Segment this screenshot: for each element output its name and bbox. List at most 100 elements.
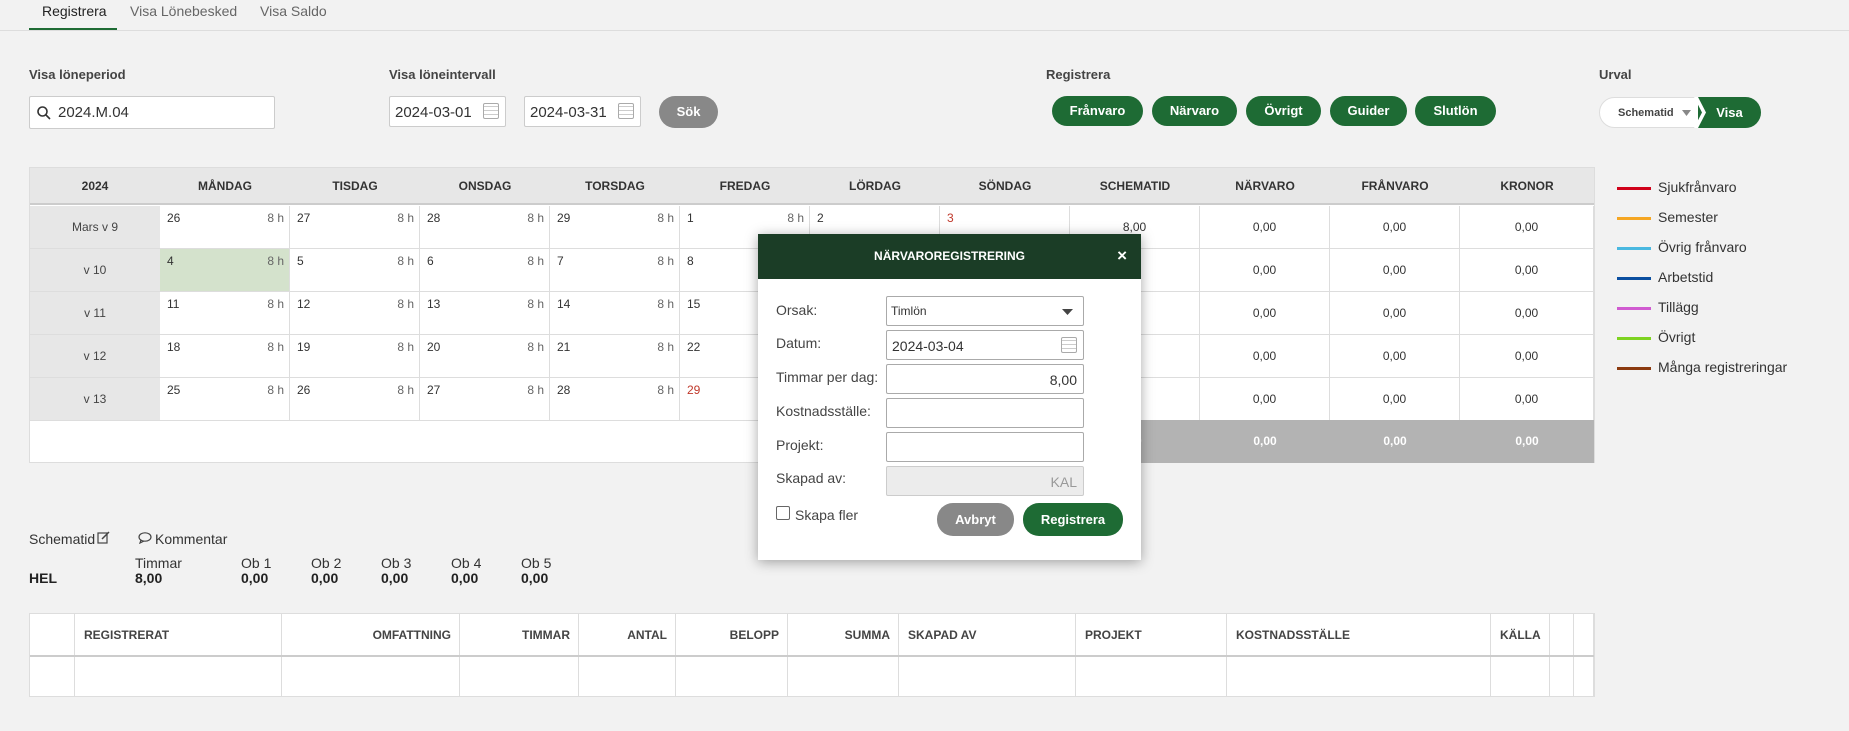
cancel-button[interactable]: Avbryt — [937, 503, 1014, 536]
day-number: 29 — [557, 211, 571, 225]
day-number: 3 — [947, 211, 954, 225]
schedule-col-header: Ob 3 — [381, 555, 412, 571]
table-header-cell[interactable] — [1550, 614, 1574, 657]
tab-registrera[interactable]: Registrera — [42, 3, 107, 19]
skapa-fler-checkbox[interactable] — [776, 506, 790, 520]
day-hours: 8 h — [397, 383, 414, 397]
period-search-field[interactable]: 2024.M.04 — [29, 96, 275, 129]
calendar-icon[interactable] — [618, 103, 634, 119]
datum-field[interactable]: 2024-03-04 — [886, 330, 1084, 360]
calendar-day-cell[interactable]: 4 8 h — [160, 249, 290, 292]
comment-icon[interactable] — [138, 532, 152, 544]
guider-button[interactable]: Guider — [1330, 96, 1407, 126]
visa-button[interactable]: Visa — [1698, 97, 1761, 128]
table-header-cell[interactable]: REGISTRERAT — [75, 614, 282, 657]
calendar-day-cell[interactable]: 27 8 h — [420, 378, 550, 421]
franvaro-button[interactable]: Frånvaro — [1052, 96, 1143, 126]
week-sum-cell: 0,00 — [1460, 206, 1594, 249]
chevron-down-icon — [1062, 309, 1073, 315]
table-header-cell[interactable]: SKAPAD AV — [899, 614, 1076, 657]
table-header-cell[interactable]: OMFATTNING — [282, 614, 460, 657]
calendar-day-cell[interactable]: 5 8 h — [290, 249, 420, 292]
ovrigt-button[interactable]: Övrigt — [1246, 96, 1321, 126]
orsak-select[interactable]: Timlön — [886, 296, 1084, 326]
schematid-link[interactable]: Schematid — [29, 531, 95, 547]
calendar-day-cell[interactable]: 14 8 h — [550, 292, 680, 335]
register-label: Registrera — [1046, 67, 1111, 82]
kommentar-link[interactable]: Kommentar — [155, 531, 227, 547]
calendar-day-cell[interactable]: 28 8 h — [550, 378, 680, 421]
week-sum-cell: 0,00 — [1330, 292, 1460, 335]
calendar-day-cell[interactable]: 12 8 h — [290, 292, 420, 335]
schedule-row-label: HEL — [29, 570, 57, 586]
skapad-av-value: KAL — [1050, 474, 1077, 490]
date-from-field[interactable]: 2024-03-01 — [389, 96, 506, 127]
calendar-day-cell[interactable]: 11 8 h — [160, 292, 290, 335]
legend-swatch — [1617, 217, 1651, 220]
close-icon[interactable]: × — [1117, 246, 1127, 266]
calendar-day-cell[interactable]: 6 8 h — [420, 249, 550, 292]
legend-swatch — [1617, 247, 1651, 250]
table-header-cell[interactable]: TIMMAR — [460, 614, 579, 657]
table-header-cell[interactable]: ANTAL — [579, 614, 676, 657]
day-number: 20 — [427, 340, 441, 354]
projekt-field[interactable] — [886, 432, 1084, 462]
week-label: v 13 — [30, 378, 160, 421]
tab-visa-saldo[interactable]: Visa Saldo — [260, 3, 327, 19]
day-number: 6 — [427, 254, 434, 268]
table-header-cell[interactable]: SUMMA — [788, 614, 899, 657]
header-sunday: SÖNDAG — [940, 168, 1070, 205]
table-header-cell[interactable]: BELOPP — [676, 614, 788, 657]
slutlon-button[interactable]: Slutlön — [1415, 96, 1496, 126]
day-hours: 8 h — [657, 211, 674, 225]
calendar-day-cell[interactable]: 21 8 h — [550, 335, 680, 378]
day-hours: 8 h — [267, 297, 284, 311]
calendar-icon[interactable] — [483, 103, 499, 119]
calendar-day-cell[interactable]: 13 8 h — [420, 292, 550, 335]
header-monday: MÅNDAG — [160, 168, 290, 205]
schedule-col-value: 0,00 — [241, 570, 269, 586]
day-hours: 8 h — [397, 211, 414, 225]
week-sum-cell: 0,00 — [1200, 292, 1330, 335]
narvaro-button[interactable]: Närvaro — [1152, 96, 1237, 126]
date-to-field[interactable]: 2024-03-31 — [524, 96, 641, 127]
table-header-cell[interactable]: KOSTNADSSTÄLLE — [1227, 614, 1491, 657]
calendar-day-cell[interactable]: 18 8 h — [160, 335, 290, 378]
calendar-icon[interactable] — [1061, 337, 1077, 353]
calendar-day-cell[interactable]: 28 8 h — [420, 206, 550, 249]
calendar-day-cell[interactable]: 7 8 h — [550, 249, 680, 292]
week-sum-cell: 0,00 — [1460, 292, 1594, 335]
day-hours: 8 h — [527, 211, 544, 225]
table-header-cell[interactable]: KÄLLA — [1491, 614, 1550, 657]
timmar-value: 8,00 — [1049, 372, 1077, 388]
table-header-cell[interactable] — [30, 614, 75, 657]
calendar-day-cell[interactable]: 27 8 h — [290, 206, 420, 249]
day-number: 5 — [297, 254, 304, 268]
register-submit-button[interactable]: Registrera — [1023, 503, 1123, 536]
table-header-cell[interactable] — [1574, 614, 1594, 657]
schedule-col-value: 0,00 — [311, 570, 339, 586]
narvaro-dialog: NÄRVAROREGISTRERING × Orsak: Timlön Datu… — [758, 234, 1141, 560]
tab-visa-lonebesked[interactable]: Visa Lönebesked — [130, 3, 237, 19]
edit-icon[interactable] — [97, 531, 110, 544]
skapad-av-field: KAL — [886, 466, 1084, 496]
table-header-cell[interactable]: PROJEKT — [1076, 614, 1227, 657]
calendar-day-cell[interactable]: 26 8 h — [160, 206, 290, 249]
day-hours: 8 h — [527, 297, 544, 311]
calendar-day-cell[interactable]: 26 8 h — [290, 378, 420, 421]
calendar-day-cell[interactable]: 29 8 h — [550, 206, 680, 249]
urval-label: Urval — [1599, 67, 1632, 82]
search-button[interactable]: Sök — [659, 96, 718, 128]
day-number: 26 — [167, 211, 181, 225]
day-number: 29 — [687, 383, 701, 397]
week-sum-cell: 0,00 — [1200, 206, 1330, 249]
calendar-day-cell[interactable]: 25 8 h — [160, 378, 290, 421]
kostnadsstalle-field[interactable] — [886, 398, 1084, 428]
legend-swatch — [1617, 307, 1651, 310]
timmar-field[interactable]: 8,00 — [886, 364, 1084, 394]
day-hours: 8 h — [527, 383, 544, 397]
calendar-day-cell[interactable]: 19 8 h — [290, 335, 420, 378]
calendar-day-cell[interactable]: 20 8 h — [420, 335, 550, 378]
legend-label: Semester — [1658, 209, 1718, 225]
schedule-col-header: Timmar — [135, 555, 182, 571]
